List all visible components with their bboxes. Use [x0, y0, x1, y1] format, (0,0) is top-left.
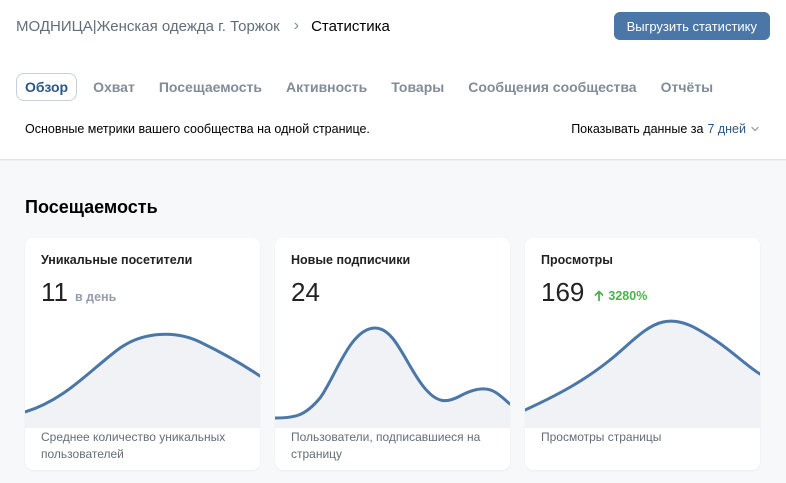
chevron-down-icon[interactable]: [750, 124, 760, 134]
card-description: Среднее количество уникальных пользовате…: [41, 430, 226, 461]
section-title: Посещаемость: [25, 197, 158, 217]
overview-description: Основные метрики вашего сообщества на од…: [25, 122, 370, 136]
period-selector[interactable]: Показывать данные за 7 дней: [571, 122, 760, 136]
card-value-row: 24: [291, 277, 320, 308]
sparkline-new-subscribers: [275, 326, 510, 428]
card-delta: 3280%: [594, 289, 647, 303]
card-delta-value: 3280%: [608, 288, 648, 303]
sparkline-views: [525, 319, 760, 428]
tab-overview[interactable]: Обзор: [16, 73, 78, 101]
tab-attendance[interactable]: Посещаемость: [159, 79, 262, 95]
card-new-subscribers[interactable]: Новые подписчики 24 Пользователи, подпис…: [275, 238, 510, 470]
card-description: Просмотры страницы: [541, 430, 662, 444]
tab-bar: Обзор Охват Посещаемость Активность Това…: [16, 72, 737, 102]
card-title: Уникальные посетители: [41, 253, 193, 267]
tab-reports[interactable]: Отчёты: [661, 79, 713, 95]
card-title: Новые подписчики: [291, 253, 411, 267]
card-value: 11: [41, 277, 68, 307]
card-value: 24: [291, 277, 320, 307]
export-statistics-button[interactable]: Выгрузить статистику: [613, 12, 770, 40]
tab-community-messages[interactable]: Сообщения сообщества: [468, 79, 636, 95]
content-area: Посещаемость Уникальные посетители 11 в …: [0, 161, 786, 483]
card-title: Просмотры: [541, 253, 613, 267]
arrow-up-icon: [594, 290, 604, 301]
card-value: 169: [541, 277, 585, 307]
card-views[interactable]: Просмотры 169 3280% Просмотры страницы: [525, 238, 760, 470]
tab-reach[interactable]: Охват: [93, 79, 135, 95]
top-panel: МОДНИЦА|Женская одежда г. Торжок › Стати…: [0, 0, 786, 160]
sparkline-unique-visitors: [25, 332, 260, 428]
card-value-row: 169 3280%: [541, 277, 647, 308]
page-title: Статистика: [311, 17, 390, 35]
header: МОДНИЦА|Женская одежда г. Торжок › Стати…: [16, 10, 770, 42]
card-value-row: 11 в день: [41, 277, 116, 308]
tab-activity[interactable]: Активность: [286, 79, 367, 95]
tab-goods[interactable]: Товары: [391, 79, 444, 95]
card-description: Пользователи, подписавшиеся на страницу: [291, 430, 481, 461]
card-unit: в день: [75, 290, 117, 304]
period-value[interactable]: 7 дней: [707, 122, 746, 136]
period-label: Показывать данные за: [571, 122, 704, 136]
breadcrumb-community[interactable]: МОДНИЦА|Женская одежда г. Торжок: [16, 18, 280, 35]
card-unique-visitors[interactable]: Уникальные посетители 11 в день Среднее …: [25, 238, 260, 470]
breadcrumb-separator: ›: [293, 17, 300, 34]
